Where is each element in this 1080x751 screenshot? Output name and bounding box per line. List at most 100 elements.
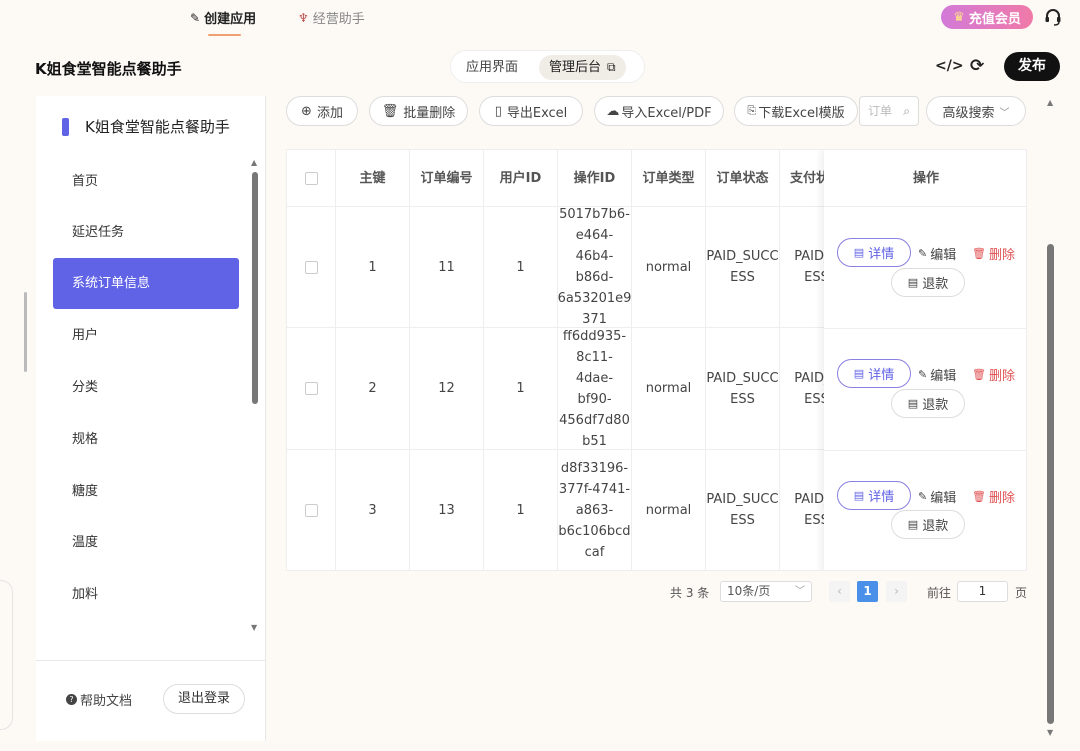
refund-button[interactable]: ▤ 退款 <box>891 268 965 297</box>
cell-user-id: 1 <box>484 207 558 328</box>
view-app-ui[interactable]: 应用界面 <box>456 55 528 80</box>
prev-page-button[interactable]: ‹ <box>829 581 850 602</box>
actions-column: 操作 ▤ 详情 ✎ 编辑 🗑︎ 删除 ▤ 退款 ▤ 详情 ✎ 编辑 🗑︎ 删除 ▤ 退款 ▤ 详情… <box>824 150 1026 570</box>
sidebar-item-users[interactable]: 用户 <box>53 310 239 361</box>
cell-order-no: 11 <box>410 207 484 328</box>
sidebar: K姐食堂智能点餐助手 首页 延迟任务 系统订单信息 用户 分类 规格 糖度 温度… <box>36 96 266 741</box>
main-scrollbar[interactable]: ▲ ▼ <box>1045 96 1057 741</box>
cell-user-id: 1 <box>484 450 558 570</box>
edit-button[interactable]: ✎ 编辑 <box>918 244 956 263</box>
logout-button[interactable]: 退出登录 <box>163 684 245 714</box>
cell-order-status: PAID_SUCC ESS <box>706 450 780 570</box>
import-button[interactable]: ☁ 导入Excel/PDF <box>594 96 724 126</box>
row-checkbox-cell[interactable] <box>287 328 336 450</box>
cloud-upload-icon: ☁ <box>606 103 620 119</box>
detail-button[interactable]: ▤ 详情 <box>837 238 911 267</box>
external-link-icon: ⧉ <box>607 60 616 74</box>
header-op-id: 操作ID <box>558 150 632 207</box>
next-page-button[interactable]: › <box>886 581 907 602</box>
document-icon: ▤ <box>907 518 919 531</box>
view-switch: 应用界面 管理后台 ⧉ <box>450 50 645 83</box>
add-button[interactable]: ⊕ 添加 <box>286 96 358 126</box>
advanced-search-button[interactable]: 高级搜索 ﹀ <box>926 96 1026 126</box>
export-excel-button[interactable]: ▯ 导出Excel <box>479 96 583 126</box>
cell-id: 1 <box>336 207 410 328</box>
sidebar-item-delayed-tasks[interactable]: 延迟任务 <box>53 207 239 258</box>
sidebar-divider <box>36 660 265 661</box>
cell-order-type: normal <box>632 450 706 570</box>
sidebar-item-sweetness[interactable]: 糖度 <box>53 466 239 517</box>
page-number-current[interactable]: 1 <box>857 581 878 602</box>
edit-icon: ✎ <box>918 490 928 503</box>
sidebar-scrollbar[interactable]: ▲ ▼ <box>251 158 259 632</box>
download-template-button[interactable]: ⎘ 下载Excel模版 <box>734 96 858 126</box>
sidebar-scroll-thumb[interactable] <box>252 172 258 404</box>
cell-op-id: 5017b7b6- e464-46b4- b86d- 6a53201e9 371 <box>557 207 632 328</box>
edit-button[interactable]: ✎ 编辑 <box>918 365 956 384</box>
view-admin-backend[interactable]: 管理后台 ⧉ <box>539 55 626 80</box>
cell-user-id: 1 <box>484 328 558 450</box>
recharge-vip-button[interactable]: ♛ 充值会员 <box>941 5 1033 29</box>
row-divider <box>824 328 1026 329</box>
help-docs-link[interactable]: ? 帮助文档 <box>66 690 132 709</box>
detail-button[interactable]: ▤ 详情 <box>837 359 911 388</box>
edge-scroll-indicator <box>24 292 27 372</box>
chevron-down-icon: ﹀ <box>795 586 805 597</box>
document-icon: ▤ <box>907 276 919 289</box>
cell-order-type: normal <box>632 207 706 328</box>
main-scroll-thumb[interactable] <box>1047 244 1054 724</box>
delete-button[interactable]: 🗑︎ 删除 <box>972 244 1015 263</box>
tab-create-app[interactable]: ✎ 创建应用 <box>190 8 256 28</box>
code-icon[interactable]: </> <box>935 58 964 74</box>
refresh-icon[interactable]: ⟳ <box>970 56 984 76</box>
pencil-icon: ✎ <box>190 10 201 25</box>
edge-panel <box>0 580 13 730</box>
scroll-up-icon[interactable]: ▲ <box>1047 98 1053 107</box>
header-user-id: 用户ID <box>484 150 558 207</box>
edit-icon: ✎ <box>918 247 928 260</box>
delete-button[interactable]: 🗑︎ 删除 <box>972 487 1015 506</box>
sidebar-item-temperature[interactable]: 温度 <box>53 517 239 568</box>
row-checkbox-cell[interactable] <box>287 207 336 328</box>
search-input[interactable]: 订单 ⌕ <box>859 96 919 126</box>
document-icon: ▤ <box>907 397 919 410</box>
detail-button[interactable]: ▤ 详情 <box>837 481 911 510</box>
cell-order-no: 13 <box>410 450 484 570</box>
delete-button[interactable]: 🗑︎ 删除 <box>972 365 1015 384</box>
sidebar-item-system-orders[interactable]: 系统订单信息 <box>53 258 239 309</box>
document-icon: ▤ <box>853 367 865 380</box>
app-title: K姐食堂智能点餐助手 <box>35 60 182 78</box>
cell-id: 2 <box>336 328 410 450</box>
select-all-checkbox[interactable] <box>304 171 318 185</box>
tab-business-assistant[interactable]: ♆ 经营助手 <box>298 8 365 28</box>
refund-button[interactable]: ▤ 退款 <box>891 389 965 418</box>
sidebar-item-categories[interactable]: 分类 <box>53 362 239 413</box>
batch-delete-button[interactable]: 🗑︎ 批量删除 <box>369 96 468 126</box>
row-checkbox[interactable] <box>304 260 318 274</box>
plus-circle-icon: ⊕ <box>301 103 312 119</box>
page-size-select[interactable]: 10条/页 ﹀ <box>720 581 812 602</box>
trash-icon: 🗑︎ <box>381 103 399 119</box>
goto-label: 前往 <box>927 586 952 600</box>
header-order-no: 订单编号 <box>410 150 484 207</box>
cell-order-status: PAID_SUCC ESS <box>706 207 780 328</box>
header-select-all[interactable] <box>287 150 336 207</box>
sidebar-item-toppings[interactable]: 加料 <box>53 569 239 620</box>
edit-button[interactable]: ✎ 编辑 <box>918 487 956 506</box>
file-icon: ▯ <box>494 103 502 119</box>
row-checkbox[interactable] <box>304 382 318 395</box>
publish-button[interactable]: 发布 <box>1004 52 1060 81</box>
goto-page-input[interactable]: 1 <box>957 581 1008 602</box>
row-checkbox[interactable] <box>304 503 318 517</box>
row-checkbox-cell[interactable] <box>287 450 336 570</box>
total-count: 共 3 条 <box>670 586 710 600</box>
headset-icon[interactable] <box>1043 7 1063 27</box>
scroll-down-icon[interactable]: ▼ <box>251 623 257 632</box>
scroll-down-icon[interactable]: ▼ <box>1047 728 1053 737</box>
header-order-type: 订单类型 <box>632 150 706 207</box>
scroll-up-icon[interactable]: ▲ <box>251 158 257 167</box>
refund-button[interactable]: ▤ 退款 <box>891 510 965 539</box>
trash-icon: 🗑︎ <box>972 490 986 503</box>
sidebar-item-specs[interactable]: 规格 <box>53 414 239 465</box>
sidebar-item-home[interactable]: 首页 <box>53 156 239 207</box>
